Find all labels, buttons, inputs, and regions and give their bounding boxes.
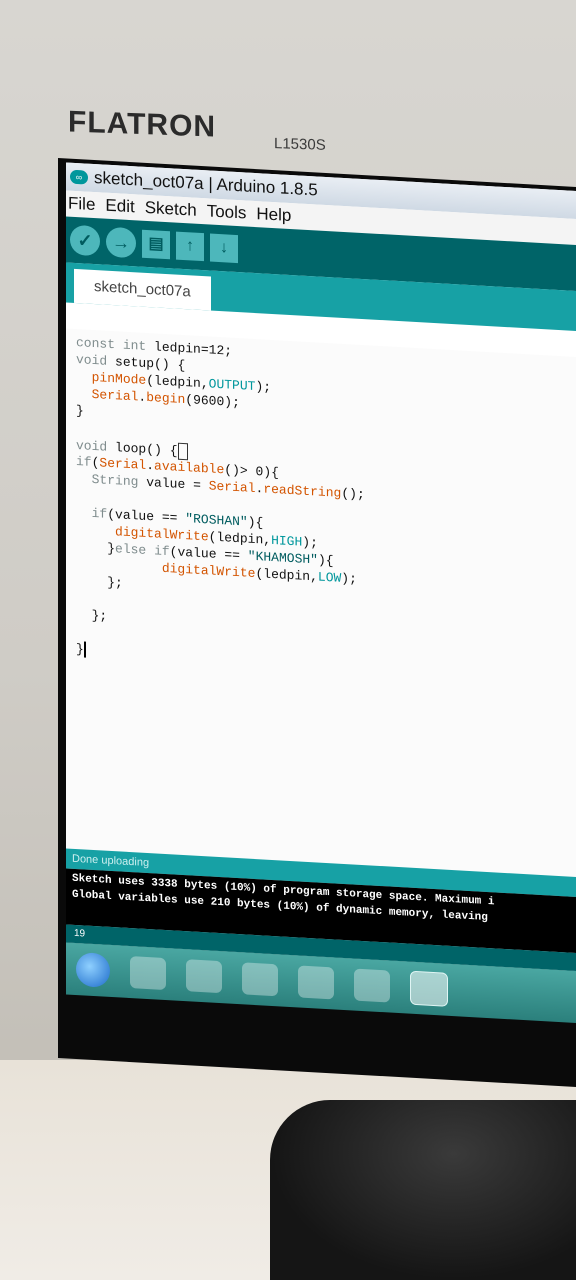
start-icon[interactable]	[76, 952, 110, 988]
menu-file[interactable]: File	[68, 194, 95, 216]
monitor-model: L1530S	[274, 135, 326, 154]
menu-tools[interactable]: Tools	[207, 201, 247, 223]
media-player-icon[interactable]	[242, 962, 278, 997]
code-editor[interactable]: const int ledpin=12; void setup() { pinMo…	[66, 328, 576, 879]
open-sketch-button[interactable]: ↑	[176, 231, 204, 262]
menu-sketch[interactable]: Sketch	[145, 198, 197, 221]
arduino-logo-icon: ∞	[70, 169, 88, 185]
save-sketch-button[interactable]: ↓	[210, 233, 238, 264]
chrome-icon[interactable]	[298, 965, 334, 1000]
menu-help[interactable]: Help	[256, 204, 291, 226]
menu-edit[interactable]: Edit	[105, 196, 134, 218]
tab-sketch[interactable]: sketch_oct07a	[74, 268, 211, 311]
file-explorer-icon[interactable]	[186, 959, 222, 994]
folder-icon[interactable]	[354, 968, 390, 1003]
bracket-highlight	[177, 442, 188, 461]
monitor-screen: ∞ sketch_oct07a | Arduino 1.8.5 File Edi…	[58, 158, 576, 1089]
arduino-icon[interactable]	[410, 970, 448, 1007]
new-sketch-button[interactable]: ▤	[142, 229, 170, 260]
upload-button[interactable]: →	[106, 226, 136, 259]
monitor-brand: FLATRON	[68, 105, 217, 144]
monitor-stand	[270, 1100, 576, 1280]
text-caret	[83, 641, 86, 658]
internet-explorer-icon[interactable]	[130, 956, 166, 991]
arduino-window: ∞ sketch_oct07a | Arduino 1.8.5 File Edi…	[66, 162, 576, 973]
verify-button[interactable]: ✓	[70, 224, 100, 257]
